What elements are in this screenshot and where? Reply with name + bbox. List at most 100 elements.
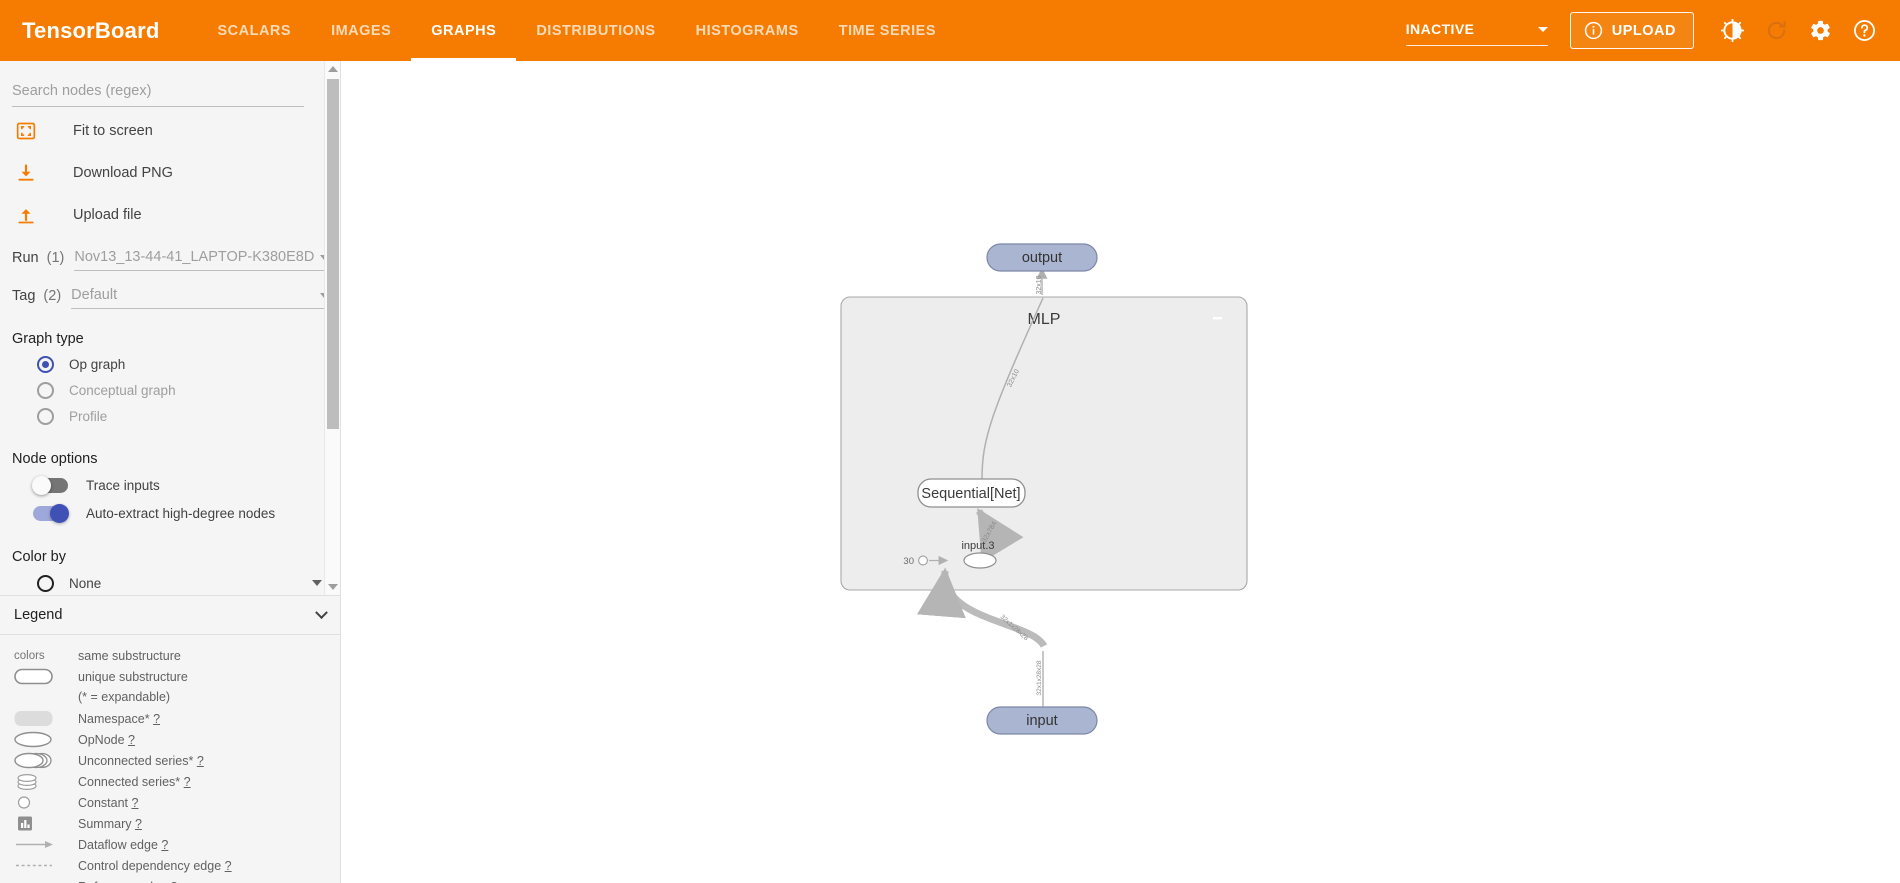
legend-label-text: Dataflow edge	[78, 837, 158, 852]
legend-label-text: Namespace*	[78, 711, 150, 726]
legend-item-connected-series: Connected series* ?	[14, 771, 326, 792]
scrollbar-thumb[interactable]	[327, 79, 339, 429]
help-link[interactable]: ?	[170, 880, 177, 883]
triangle-down-icon	[328, 584, 338, 590]
tag-label-text: Tag	[12, 288, 36, 304]
help-link[interactable]: ?	[128, 733, 135, 747]
brightness-icon[interactable]	[1710, 9, 1754, 53]
help-link[interactable]: ?	[135, 817, 142, 831]
tab-time-series[interactable]: TIME SERIES	[819, 0, 956, 61]
scroll-up-arrow[interactable]	[325, 61, 340, 77]
legend-label-text: OpNode	[78, 732, 125, 747]
fit-to-screen-label: Fit to screen	[73, 123, 153, 139]
sidebar-scrollbar[interactable]	[324, 61, 340, 595]
legend-label: Summary ?	[78, 817, 142, 831]
tab-histograms[interactable]: HISTOGRAMS	[676, 0, 819, 61]
upload-button[interactable]: UPLOAD	[1569, 12, 1694, 49]
app-header: TensorBoard SCALARS IMAGES GRAPHS DISTRI…	[0, 0, 1900, 61]
fit-to-screen-icon	[16, 121, 50, 141]
toggle-label: Auto-extract high-degree nodes	[86, 505, 276, 521]
radio-label: Profile	[69, 408, 108, 424]
radio-indicator	[37, 355, 54, 373]
toggle-label: Trace inputs	[86, 477, 160, 493]
tag-value: Default	[71, 287, 118, 303]
fit-to-screen-button[interactable]: Fit to screen	[12, 113, 328, 149]
radio-op-graph[interactable]: Op graph	[12, 351, 328, 377]
graph-node-mlp[interactable]: MLP	[840, 296, 1248, 591]
tab-label: SCALARS	[217, 22, 292, 39]
color-by-none-option[interactable]: None	[12, 569, 328, 595]
sequential-node-label: Sequential[Net]	[921, 486, 1020, 502]
help-link[interactable]: ?	[161, 838, 168, 852]
gear-icon[interactable]	[1798, 9, 1842, 53]
legend-item-reference-edge: Reference edge ?	[14, 876, 326, 883]
toggle-trace-inputs[interactable]: Trace inputs	[12, 471, 328, 499]
legend-label-text: Unconnected series*	[78, 753, 194, 768]
run-status-label: INACTIVE	[1405, 21, 1475, 37]
ellipse-series-icon	[14, 752, 62, 769]
toggle-switch	[33, 503, 69, 523]
legend-label: same substructure	[78, 648, 181, 663]
tag-dropdown[interactable]: Default	[71, 287, 328, 309]
radio-profile[interactable]: Profile	[12, 403, 328, 429]
download-png-button[interactable]: Download PNG	[12, 155, 328, 191]
tag-selector-label: Tag (2)	[12, 288, 61, 309]
help-circle-icon[interactable]	[1842, 9, 1886, 53]
tab-label: DISTRIBUTIONS	[536, 22, 656, 39]
legend-item-dataflow-edge: Dataflow edge ?	[14, 834, 326, 855]
legend-label: unique substructure	[78, 669, 188, 684]
collapse-icon[interactable]	[1213, 317, 1222, 320]
help-link[interactable]: ?	[225, 859, 232, 873]
toggle-auto-extract-high-degree-nodes[interactable]: Auto-extract high-degree nodes	[12, 499, 328, 527]
chevron-down-icon[interactable]	[312, 580, 322, 586]
rounded-rect-filled-icon	[14, 710, 62, 727]
legend-item-unconnected-series: Unconnected series* ?	[14, 750, 326, 771]
run-dropdown[interactable]: Nov13_13-44-41_LAPTOP-K380E8D	[74, 249, 328, 271]
tab-distributions[interactable]: DISTRIBUTIONS	[516, 0, 675, 61]
run-count: (1)	[46, 250, 65, 266]
radio-indicator	[37, 407, 54, 425]
help-link[interactable]: ?	[153, 712, 160, 726]
legend-label: Constant ?	[78, 796, 138, 810]
run-status-dropdown[interactable]: INACTIVE	[1405, 16, 1548, 46]
graph-node-output[interactable]: output	[986, 243, 1098, 272]
input3-node-ellipse	[963, 552, 997, 569]
mlp-label: MLP	[1028, 311, 1061, 328]
tab-graphs[interactable]: GRAPHS	[411, 0, 517, 61]
run-value: Nov13_13-44-41_LAPTOP-K380E8D	[74, 249, 315, 265]
color-by-title: Color by	[12, 549, 66, 565]
upload-file-button[interactable]: Upload file	[12, 197, 328, 233]
tab-images[interactable]: IMAGES	[311, 0, 411, 61]
legend-label: Connected series* ?	[78, 775, 191, 789]
app-body: Fit to screen Download PNG	[0, 61, 1900, 883]
chevron-down-icon	[315, 605, 328, 619]
tab-label: HISTOGRAMS	[695, 22, 799, 39]
search-input[interactable]	[12, 79, 304, 107]
run-selector-label: Run (1)	[12, 250, 64, 271]
legend-label-text: Summary	[78, 816, 132, 831]
help-link[interactable]: ?	[132, 796, 139, 810]
help-link[interactable]: ?	[197, 754, 204, 768]
radio-label: Op graph	[69, 356, 126, 372]
reload-icon[interactable]	[1754, 9, 1798, 53]
legend-item-summary: Summary ?	[14, 813, 326, 834]
graph-svg: MLP 32x10 output 32x10 Sequential[Net] 3…	[840, 243, 1248, 735]
constant-circle	[918, 555, 928, 566]
legend-header[interactable]: Legend	[0, 595, 340, 635]
search-nodes-container	[12, 61, 328, 107]
toggle-knob	[32, 475, 51, 495]
upload-icon	[16, 205, 50, 225]
tab-scalars[interactable]: SCALARS	[197, 0, 311, 61]
graph-control-sidebar: Fit to screen Download PNG	[0, 61, 341, 883]
scroll-down-arrow[interactable]	[325, 579, 340, 595]
radio-conceptual-graph[interactable]: Conceptual graph	[12, 377, 328, 403]
tab-label: TIME SERIES	[838, 22, 936, 39]
help-link[interactable]: ?	[184, 775, 191, 789]
graph-node-input[interactable]: input	[986, 706, 1098, 735]
color-by-value: None	[69, 575, 102, 591]
graph-node-sequential[interactable]: Sequential[Net]	[917, 478, 1026, 508]
legend-item-same-substructure: colors same substructure	[14, 645, 326, 666]
graph-canvas[interactable]: MLP 32x10 output 32x10 Sequential[Net] 3…	[341, 61, 1900, 883]
edge-label-input-input3: 32x1x28x28	[999, 614, 1030, 643]
legend-label: Dataflow edge ?	[78, 838, 168, 852]
